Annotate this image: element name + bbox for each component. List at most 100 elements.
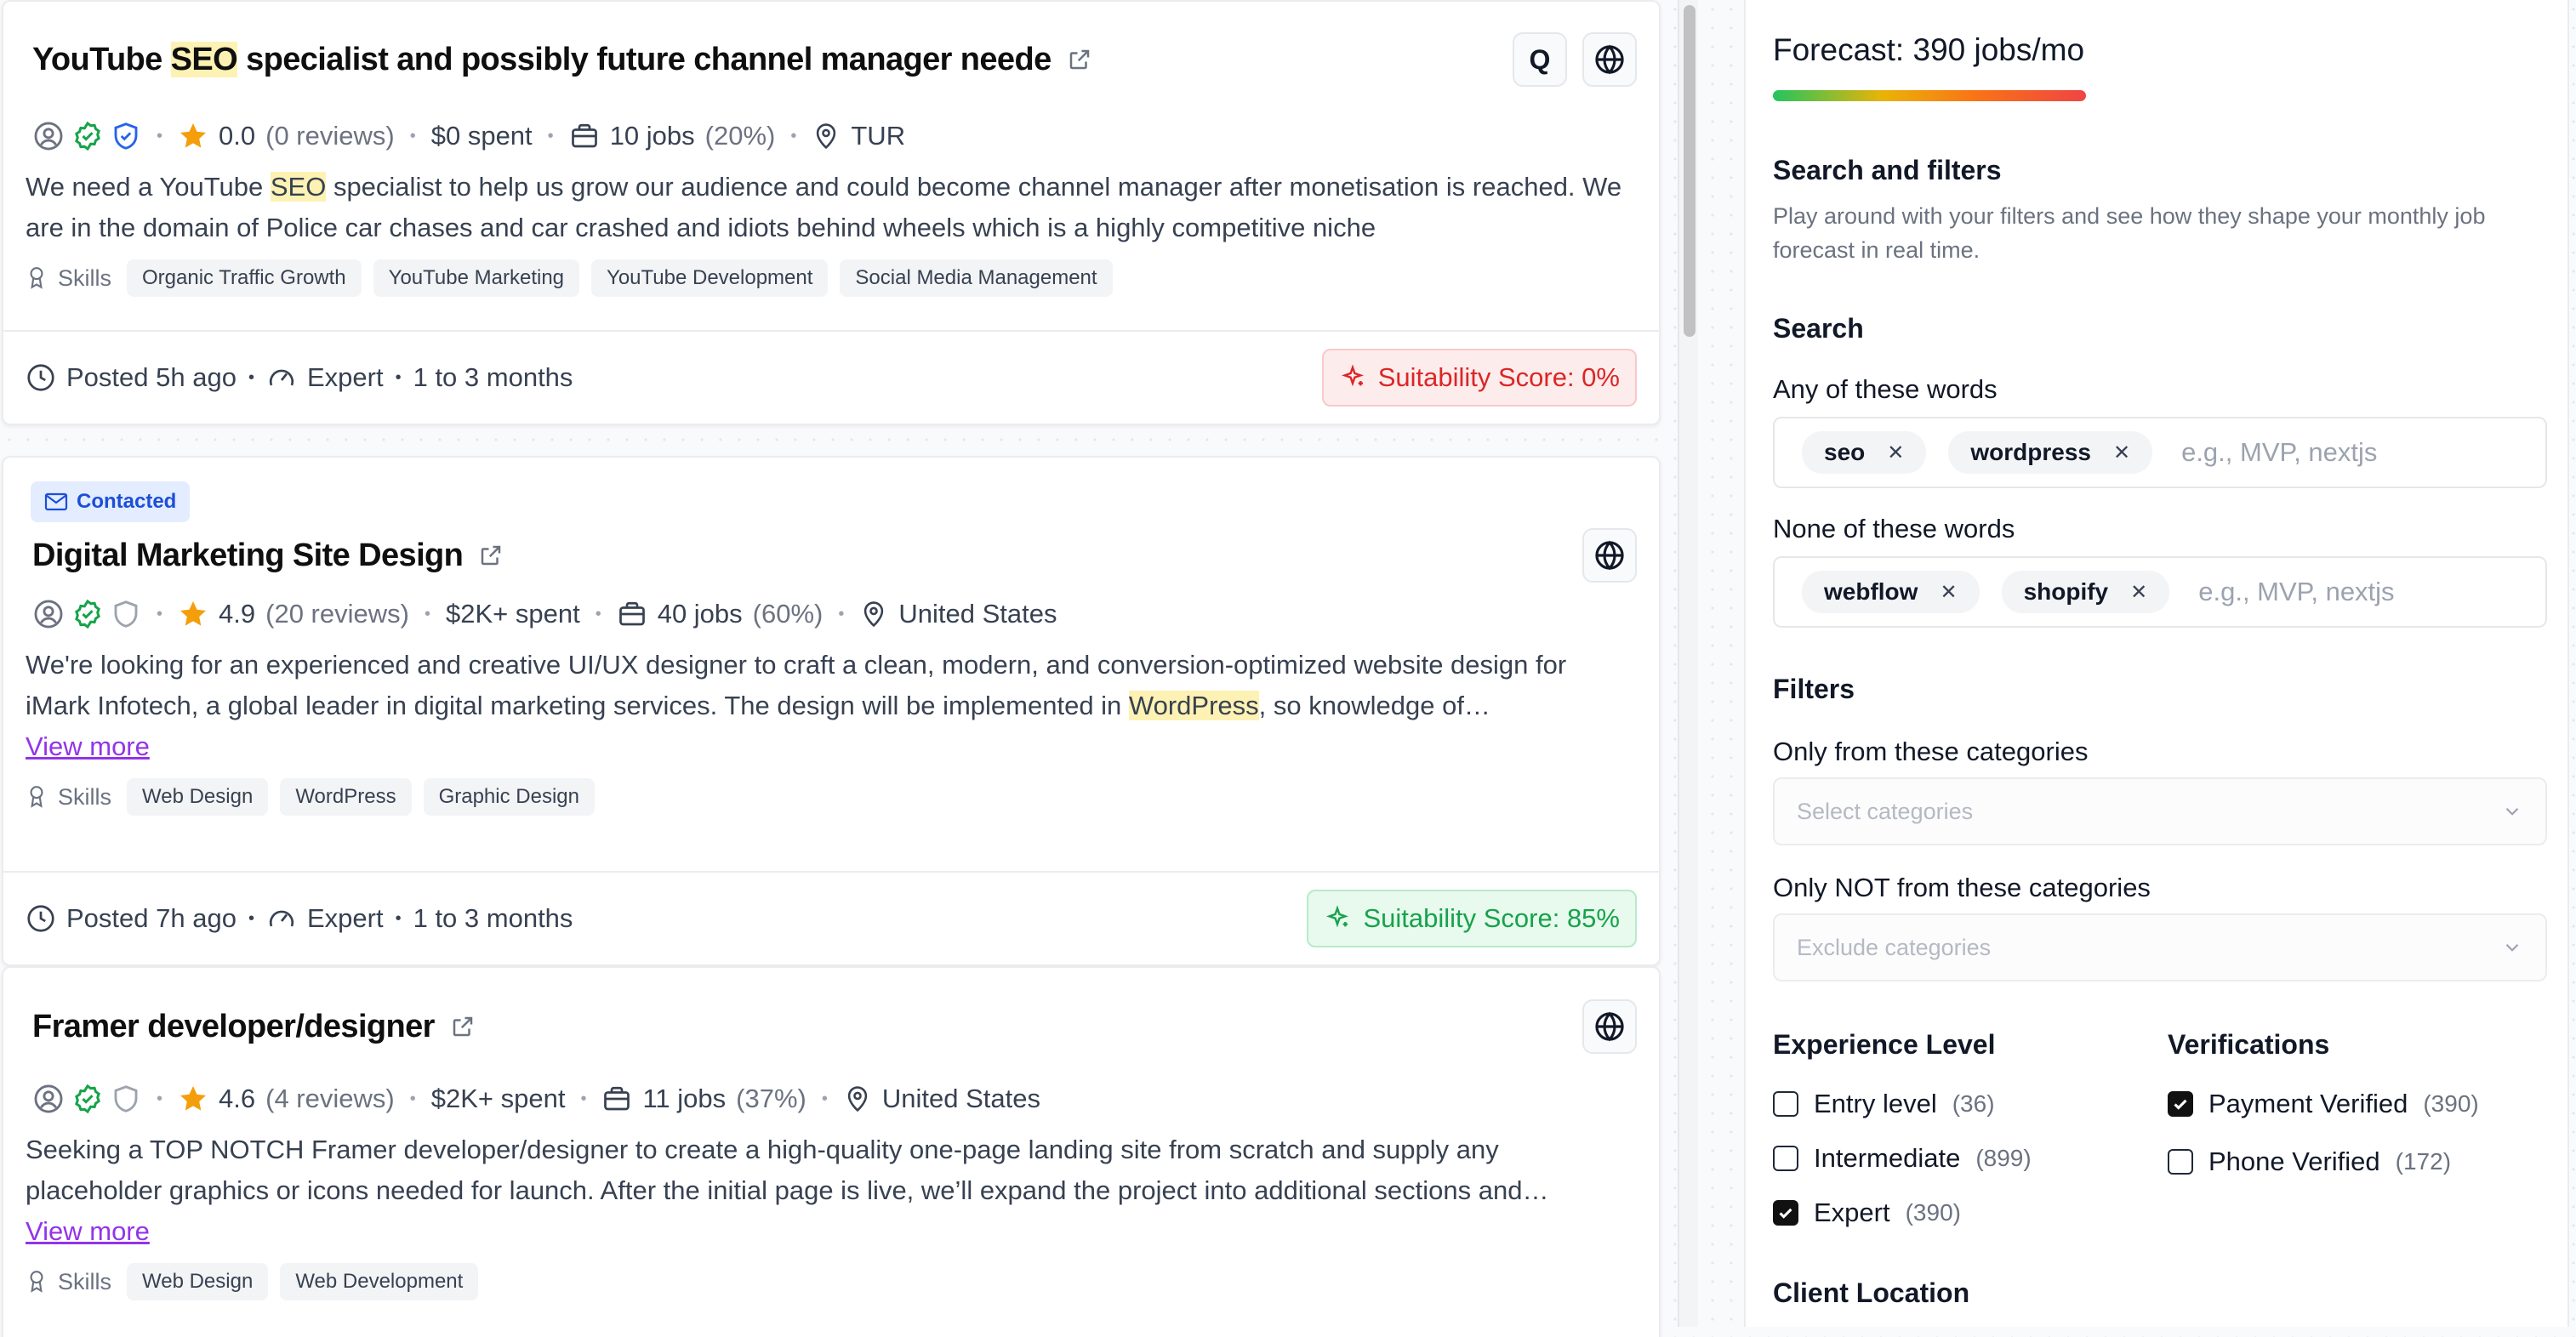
verification-badges bbox=[32, 120, 141, 152]
q-button[interactable]: Q bbox=[1513, 32, 1567, 87]
client-rating: 4.9 (20 reviews) bbox=[178, 599, 409, 629]
exclude-categories-select[interactable]: Exclude categories bbox=[1773, 913, 2547, 981]
excluded-keyword-tag[interactable]: shopify ✕ bbox=[2001, 571, 2170, 613]
checkbox[interactable] bbox=[2168, 1149, 2193, 1175]
mail-icon bbox=[44, 492, 68, 512]
skill-chip[interactable]: YouTube Development bbox=[591, 259, 829, 297]
excluded-keyword-tag[interactable]: webflow ✕ bbox=[1802, 571, 1980, 613]
skill-chip[interactable]: WordPress bbox=[280, 778, 412, 816]
keyword-tag[interactable]: seo ✕ bbox=[1802, 431, 1927, 474]
payment-verified-icon bbox=[71, 598, 104, 630]
client-jobs: 11 jobs (37%) bbox=[601, 1084, 806, 1114]
client-location: TUR bbox=[812, 121, 905, 151]
job-list-scrollbar[interactable] bbox=[1678, 0, 1698, 1327]
posted-time: Posted 5h ago bbox=[66, 362, 237, 392]
job-title[interactable]: Digital Marketing Site Design bbox=[32, 538, 464, 574]
map-pin-icon bbox=[859, 600, 888, 629]
star-icon bbox=[178, 121, 208, 151]
tag-input-placeholder[interactable]: e.g., MVP, nextjs bbox=[2198, 577, 2394, 607]
clock-icon bbox=[26, 362, 56, 393]
verification-badges bbox=[32, 598, 141, 630]
skill-chip[interactable]: Web Development bbox=[280, 1263, 479, 1300]
globe-button[interactable] bbox=[1582, 528, 1637, 583]
keyword-highlight: SEO bbox=[170, 41, 238, 77]
globe-button[interactable] bbox=[1582, 999, 1637, 1054]
remove-tag-icon[interactable]: ✕ bbox=[1940, 580, 1957, 605]
remove-tag-icon[interactable]: ✕ bbox=[1887, 441, 1904, 465]
job-card[interactable]: Framer developer/designer • 4.6 (4 revie… bbox=[2, 966, 1661, 1337]
skill-chip[interactable]: Graphic Design bbox=[423, 778, 595, 816]
skill-chip[interactable]: Social Media Management bbox=[840, 259, 1113, 297]
experience-intermediate-checkbox[interactable]: Intermediate (899) bbox=[1773, 1143, 2032, 1174]
skills-row: Skills Web Design WordPress Graphic Desi… bbox=[26, 767, 1637, 827]
payment-verified-icon bbox=[71, 120, 104, 152]
external-link-icon[interactable] bbox=[450, 1014, 476, 1039]
job-card[interactable]: Contacted Digital Marketing Site Design bbox=[2, 456, 1661, 966]
remove-tag-icon[interactable]: ✕ bbox=[2130, 580, 2147, 605]
forecast-title: Forecast: 390 jobs/mo bbox=[1773, 32, 2085, 67]
payment-verified-checkbox[interactable]: Payment Verified (390) bbox=[2168, 1089, 2479, 1119]
keyword-tag[interactable]: wordpress ✕ bbox=[1948, 431, 2153, 474]
view-more-link[interactable]: View more bbox=[26, 726, 150, 767]
job-card[interactable]: YouTube SEO specialist and possibly futu… bbox=[2, 0, 1661, 425]
job-description: We need a YouTube SEO specialist to help… bbox=[26, 172, 1622, 242]
verification-badges bbox=[32, 1083, 141, 1115]
external-link-icon[interactable] bbox=[1067, 47, 1092, 72]
forecast-bar bbox=[1773, 90, 2086, 101]
experience-entry-checkbox[interactable]: Entry level (36) bbox=[1773, 1089, 1995, 1119]
award-icon bbox=[26, 265, 48, 291]
briefcase-icon bbox=[617, 599, 647, 629]
contacted-badge: Contacted bbox=[31, 481, 191, 522]
skill-chip[interactable]: YouTube Marketing bbox=[373, 259, 580, 297]
view-more-link[interactable]: View more bbox=[26, 1211, 150, 1252]
experience-level-title: Experience Level bbox=[1773, 1029, 1996, 1060]
map-pin-icon bbox=[812, 122, 841, 151]
phone-verified-checkbox[interactable]: Phone Verified (172) bbox=[2168, 1146, 2451, 1177]
client-rating: 4.6 (4 reviews) bbox=[178, 1084, 395, 1114]
external-link-icon[interactable] bbox=[478, 543, 504, 568]
client-location: United States bbox=[859, 599, 1057, 629]
gauge-icon bbox=[266, 362, 297, 393]
checkbox[interactable] bbox=[1773, 1091, 1798, 1117]
job-title[interactable]: YouTube SEO specialist and possibly futu… bbox=[32, 41, 1051, 78]
skill-chip[interactable]: Organic Traffic Growth bbox=[127, 259, 362, 297]
client-jobs: 10 jobs (20%) bbox=[569, 121, 775, 151]
globe-icon bbox=[1593, 539, 1626, 572]
remove-tag-icon[interactable]: ✕ bbox=[2113, 441, 2130, 465]
suitability-score[interactable]: Suitability Score: 85% bbox=[1307, 890, 1637, 947]
job-description: Seeking a TOP NOTCH Framer developer/des… bbox=[26, 1135, 1549, 1205]
checkbox[interactable] bbox=[1773, 1146, 1798, 1171]
phone-verified-shield-icon bbox=[111, 121, 141, 151]
experience-expert-checkbox[interactable]: Expert (390) bbox=[1773, 1198, 1961, 1228]
categories-select[interactable]: Select categories bbox=[1773, 777, 2547, 845]
sparkle-icon bbox=[1339, 364, 1366, 391]
checkbox-checked[interactable] bbox=[2168, 1091, 2193, 1117]
verifications-title: Verifications bbox=[2168, 1029, 2330, 1060]
user-icon bbox=[32, 1083, 65, 1115]
payment-verified-icon bbox=[71, 1083, 104, 1115]
skills-row: Skills Web Design Web Development bbox=[26, 1252, 1637, 1311]
client-spent: $2K+ spent bbox=[445, 599, 580, 629]
posted-time: Posted 7h ago bbox=[66, 903, 237, 933]
experience-level: Expert bbox=[306, 903, 384, 933]
any-words-input[interactable]: seo ✕ wordpress ✕ e.g., MVP, nextjs bbox=[1773, 417, 2547, 488]
suitability-score[interactable]: Suitability Score: 0% bbox=[1321, 349, 1637, 407]
skill-chip[interactable]: Web Design bbox=[127, 1263, 269, 1300]
none-words-input[interactable]: webflow ✕ shopify ✕ e.g., MVP, nextjs bbox=[1773, 556, 2547, 628]
search-filters-title: Search and filters bbox=[1773, 155, 2002, 185]
globe-button[interactable] bbox=[1582, 32, 1637, 87]
client-spent: $2K+ spent bbox=[430, 1084, 566, 1113]
checkbox-checked[interactable] bbox=[1773, 1200, 1798, 1226]
tag-input-placeholder[interactable]: e.g., MVP, nextjs bbox=[2181, 437, 2377, 468]
project-duration: 1 to 3 months bbox=[413, 903, 573, 933]
job-description: We're looking for an experienced and cre… bbox=[26, 650, 1567, 720]
client-rating: 0.0 (0 reviews) bbox=[178, 121, 395, 151]
skill-chip[interactable]: Web Design bbox=[127, 778, 269, 816]
job-title[interactable]: Framer developer/designer bbox=[32, 1009, 435, 1045]
scrollbar-thumb[interactable] bbox=[1684, 5, 1695, 337]
globe-icon bbox=[1593, 43, 1626, 76]
skills-row: Skills Organic Traffic Growth YouTube Ma… bbox=[26, 248, 1637, 308]
client-jobs: 40 jobs (60%) bbox=[617, 599, 823, 629]
search-filters-description: Play around with your filters and see ho… bbox=[1773, 203, 2486, 263]
keyword-highlight: SEO bbox=[270, 172, 327, 202]
